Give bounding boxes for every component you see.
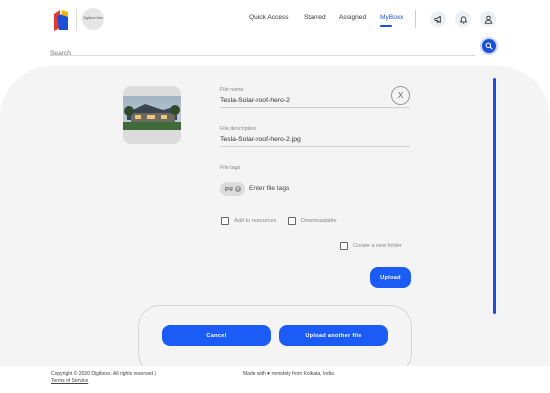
close-icon: X — [397, 91, 404, 100]
file-description-label: File description — [220, 126, 257, 132]
logo-divider — [76, 9, 77, 31]
nav-active-indicator — [380, 25, 392, 27]
tag-chip: jpg ✕ — [220, 182, 245, 196]
file-tags-label: File tags — [220, 165, 241, 171]
file-thumbnail — [123, 86, 181, 144]
file-description-field[interactable]: Tesla-Solar-roof-hero-2.jpg — [220, 136, 410, 147]
footer-made-with: Made with ♥ remotely from Kolkata, India — [243, 371, 334, 377]
nav-myboxx[interactable]: MyBoxx — [380, 14, 403, 21]
top-bar: Digiboxx Now Quick Access Starred Assign… — [0, 0, 550, 40]
tag-input[interactable]: Enter file tags — [249, 185, 289, 192]
search-icon — [485, 42, 493, 50]
search-button[interactable] — [480, 37, 498, 55]
user-icon[interactable] — [480, 11, 496, 27]
downloadable-checkbox[interactable] — [288, 217, 296, 225]
megaphone-icon[interactable] — [430, 11, 446, 27]
search-input[interactable] — [50, 47, 475, 60]
tag-label: jpg — [225, 186, 233, 192]
add-to-resources-label: Add to resources — [234, 218, 277, 224]
upload-panel: File name Tesla-Solar-roof-hero-2 X File… — [0, 66, 550, 366]
nav-assigned[interactable]: Assigned — [339, 14, 366, 21]
upload-button[interactable]: Upload — [370, 267, 411, 288]
remove-tag-icon[interactable]: ✕ — [234, 186, 241, 192]
footer-copyright: Copyright © 2020 Digiboxx. All rights re… — [51, 371, 156, 377]
scrollbar[interactable] — [493, 78, 496, 314]
file-name-field[interactable]: Tesla-Solar-roof-hero-2 — [220, 97, 410, 108]
close-button[interactable]: X — [391, 86, 410, 105]
nav-quick-access[interactable]: Quick Access — [249, 14, 289, 21]
upload-another-file-button[interactable]: Upload another file — [279, 325, 388, 346]
bell-icon[interactable] — [455, 11, 471, 27]
create-folder-label: Create a new folder — [353, 243, 402, 249]
create-folder-checkbox[interactable] — [340, 242, 348, 250]
org-badge[interactable]: Digiboxx Now — [82, 8, 104, 30]
cancel-button[interactable]: Cancel — [162, 325, 271, 346]
digiboxx-logo[interactable] — [50, 8, 72, 32]
search-bar — [50, 42, 475, 60]
downloadable-label: Downloadable — [301, 218, 337, 224]
nav-separator — [415, 10, 416, 28]
add-to-resources-checkbox[interactable] — [221, 217, 229, 225]
footer: Copyright © 2020 Digiboxx. All rights re… — [0, 366, 550, 393]
file-name-label: File name — [220, 87, 244, 93]
terms-of-service-link[interactable]: Terms of Service — [51, 378, 88, 384]
nav-starred[interactable]: Starred — [304, 14, 326, 21]
